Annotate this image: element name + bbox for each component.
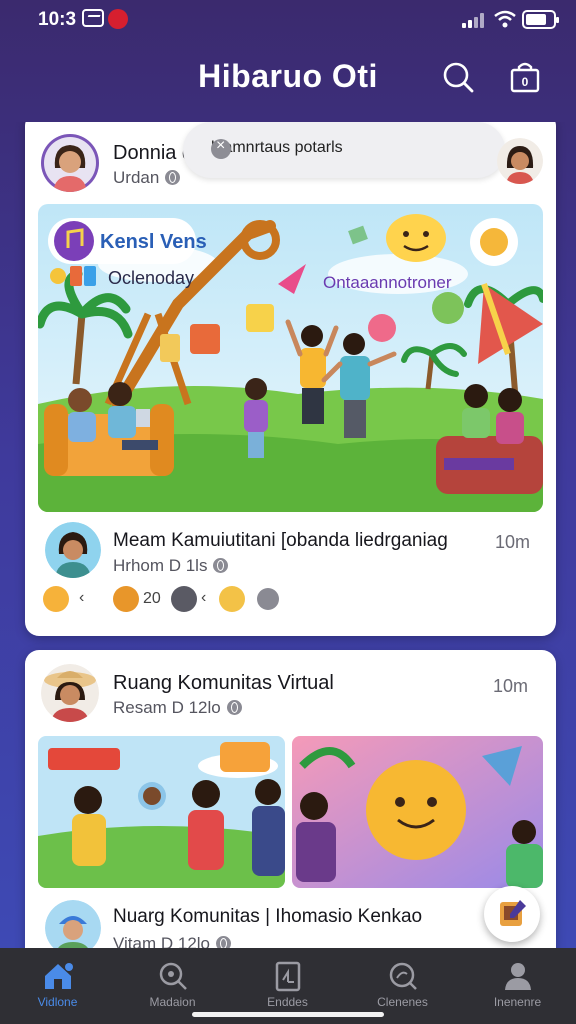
globe-reaction-icon[interactable]	[257, 588, 279, 610]
love-reaction-icon[interactable]	[113, 586, 139, 612]
avatar[interactable]	[41, 134, 99, 192]
globe-icon	[165, 170, 181, 185]
record-icon	[108, 9, 128, 29]
avatar[interactable]	[41, 664, 99, 722]
share-reaction-icon[interactable]	[171, 586, 197, 612]
comment-author[interactable]: Nuarg Komunitas | Ihomasio Kenkao	[113, 906, 422, 928]
reaction-separator: ‹	[79, 589, 85, 606]
post-card[interactable]: Donnia dral Urdan blamnrtaus potarls × K…	[25, 122, 556, 636]
comment-meta: Hrhom D 1ls	[113, 556, 229, 576]
comment-author[interactable]: Meam Kamuiutitani [obanda liedrganiag	[113, 530, 473, 552]
compose-icon	[500, 900, 526, 926]
home-icon	[45, 963, 73, 989]
gallery-icon	[82, 9, 104, 27]
nav-label: Enddes	[267, 995, 308, 1009]
nav-label: Inenenre	[493, 995, 542, 1009]
avatar[interactable]	[45, 900, 101, 948]
post-image-left[interactable]	[38, 736, 285, 888]
banner-title: Kensl Vens	[100, 231, 207, 253]
comment-time: 10m	[495, 532, 531, 552]
battery-icon	[522, 10, 559, 29]
search-icon	[159, 962, 187, 990]
reaction-separator: ‹	[201, 589, 207, 606]
compose-button[interactable]	[484, 886, 540, 942]
post-meta-text: Resam D 12lo	[113, 698, 221, 717]
banner-subtitle: Oclenoday	[108, 268, 194, 288]
banner-caption: Ontaaannotroner	[323, 273, 452, 292]
clear-icon[interactable]	[211, 137, 231, 159]
post-meta-text: Urdan	[113, 168, 160, 187]
reaction-row[interactable]: ‹ 20 ‹	[43, 586, 343, 616]
nav-label: Clenenes	[377, 995, 428, 1009]
nav-label: Madaion	[149, 995, 196, 1009]
comment-meta: Vitam D 12lo	[113, 934, 232, 948]
bag-badge: 0	[522, 75, 529, 89]
page-title: Hibaruo Oti	[198, 58, 378, 94]
status-bar: 10:3	[0, 0, 576, 42]
signal-icon	[462, 12, 488, 28]
nav-label: Vidlone	[37, 995, 78, 1009]
post-image[interactable]: Kensl Vens Oclenoday Ontaaannotroner	[38, 204, 543, 512]
post-image-right[interactable]	[292, 736, 543, 888]
nav-item-home[interactable]: Vidlone	[0, 948, 115, 1024]
globe-icon	[213, 558, 229, 573]
post-time: 10m	[493, 676, 529, 696]
app-header: Hibaruo Oti 0	[0, 42, 576, 122]
post-meta: Urdan	[113, 168, 181, 188]
globe-icon	[216, 936, 232, 948]
globe-icon	[226, 700, 242, 715]
search-input[interactable]: blamnrtaus potarls	[183, 122, 505, 178]
feed[interactable]: Donnia dral Urdan blamnrtaus potarls × K…	[0, 122, 576, 948]
laugh-reaction-icon[interactable]	[43, 586, 69, 612]
reaction-count: 20	[143, 590, 161, 607]
home-indicator[interactable]	[192, 1012, 384, 1017]
post-meta: Resam D 12lo	[113, 698, 242, 718]
post-author[interactable]: Ruang Komunitas Virtual	[113, 672, 334, 695]
comment-meta-text: Hrhom D 1ls	[113, 556, 208, 575]
explore-icon	[389, 962, 417, 990]
avatar[interactable]	[45, 522, 101, 578]
nav-item-profile[interactable]: Inenenre	[460, 948, 575, 1024]
shopping-bag-icon[interactable]: 0	[508, 60, 542, 94]
post-card[interactable]: Ruang Komunitas Virtual Resam D 12lo 10m	[25, 650, 556, 948]
comment-meta-text: Vitam D 12lo	[113, 934, 211, 948]
wifi-icon	[494, 10, 516, 28]
emoji-reaction-icon[interactable]	[219, 586, 245, 612]
profile-icon	[505, 963, 531, 990]
search-icon[interactable]	[441, 60, 475, 94]
avatar[interactable]	[497, 138, 543, 184]
status-time: 10:3	[38, 9, 77, 30]
document-icon	[275, 961, 301, 992]
